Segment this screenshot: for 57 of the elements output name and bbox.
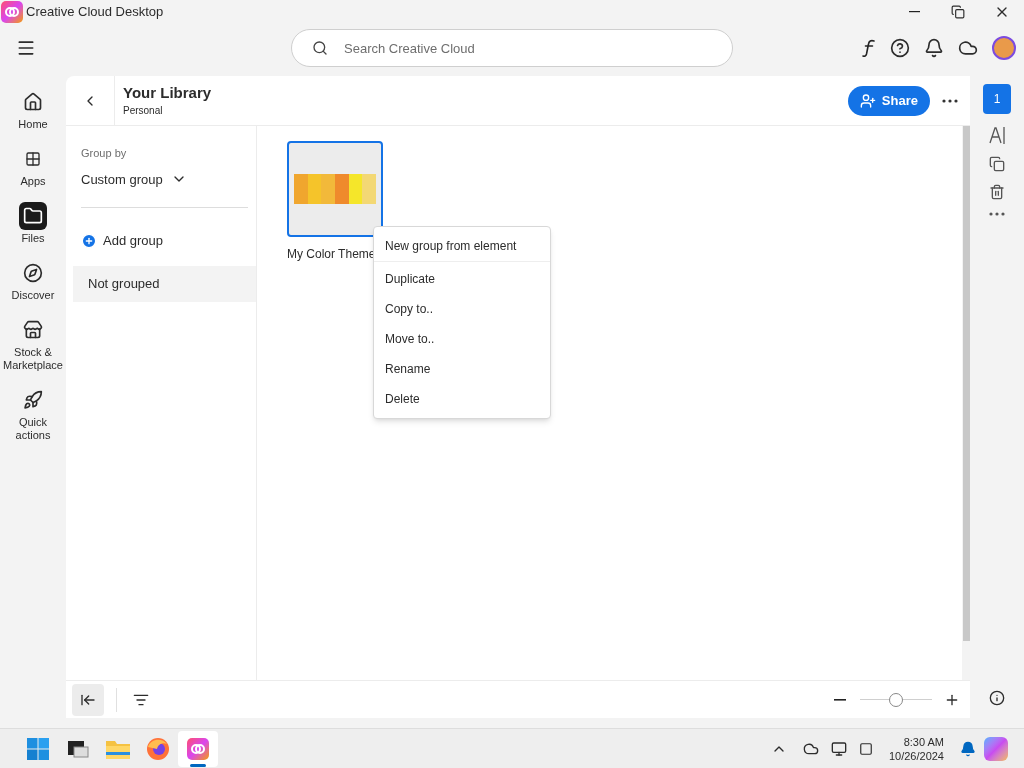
info-icon[interactable] [989, 690, 1005, 706]
menu-item[interactable]: Rename [374, 354, 550, 384]
firefox-icon [146, 736, 170, 761]
trash-icon[interactable] [989, 184, 1005, 200]
rocket-icon [23, 390, 43, 410]
more-icon [942, 98, 958, 103]
minimize-icon [908, 11, 920, 13]
store-icon [23, 320, 43, 340]
share-button[interactable]: Share [847, 85, 930, 116]
nav-item[interactable]: Quick actions [1, 386, 65, 442]
menu-item[interactable]: Move to.. [374, 324, 550, 354]
folder-icon [23, 206, 43, 226]
menu-item[interactable]: New group from element [374, 231, 550, 261]
search-icon [312, 40, 328, 56]
slider-thumb[interactable] [889, 692, 903, 707]
menu-icon [16, 38, 36, 58]
home-icon [23, 92, 43, 112]
scrollbar-thumb[interactable] [962, 126, 970, 641]
menu-item[interactable]: Duplicate [374, 264, 550, 294]
app-logo-icon [186, 736, 210, 761]
group-by-label: Group by [81, 146, 128, 161]
bell-icon[interactable] [924, 38, 944, 58]
count-badge[interactable]: 1 [983, 84, 1011, 114]
font-icon[interactable] [862, 39, 876, 57]
compass-icon [23, 263, 43, 283]
group-item[interactable]: Not grouped [73, 265, 256, 302]
minus-icon [834, 698, 846, 701]
menu-item[interactable]: Copy to.. [374, 294, 550, 324]
library-title: Your Library [123, 83, 212, 103]
nav-item[interactable]: Discover [1, 259, 65, 302]
zoom-slider[interactable] [860, 691, 932, 708]
nav-item[interactable]: Files [1, 202, 65, 245]
add-user-icon [859, 92, 876, 109]
add-element-icon[interactable] [989, 156, 1005, 172]
clock-time: 8:30 AM [903, 734, 944, 749]
color-theme-thumbnail[interactable] [287, 141, 383, 237]
text-style-icon[interactable] [988, 126, 1006, 144]
nav-item[interactable]: Apps [1, 145, 65, 188]
menu-item[interactable]: Delete [374, 384, 550, 414]
more-icon[interactable] [989, 212, 1005, 216]
group-by-dropdown[interactable]: Custom group [81, 169, 187, 189]
avatar[interactable] [992, 36, 1016, 60]
windows-icon [26, 736, 50, 761]
add-group-button[interactable]: Add group [81, 231, 163, 251]
help-icon[interactable] [890, 38, 910, 58]
window-title: Creative Cloud Desktop [26, 3, 164, 22]
nav-item[interactable]: Stock & Marketplace [1, 316, 65, 372]
collapse-button[interactable] [72, 683, 104, 716]
grid-icon [25, 151, 41, 167]
clock-date: 10/26/2024 [888, 748, 944, 763]
search-field[interactable]: Search Creative Cloud [291, 29, 733, 67]
cloud-icon[interactable] [958, 38, 978, 58]
plus-circle-icon [81, 232, 97, 249]
library-subtitle: Personal [123, 104, 164, 118]
restore-icon [951, 5, 965, 19]
monitor-icon[interactable] [830, 740, 847, 757]
nav-item[interactable]: Home [1, 88, 65, 131]
